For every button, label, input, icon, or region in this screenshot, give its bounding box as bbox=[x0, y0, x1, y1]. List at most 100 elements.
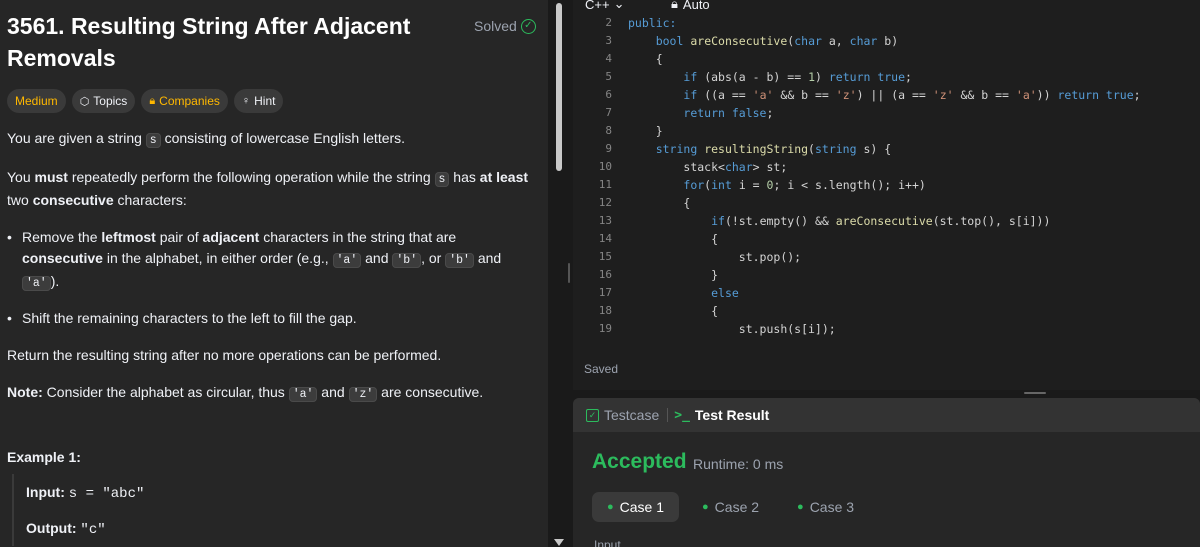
description-scrollbar-thumb[interactable] bbox=[556, 3, 562, 171]
code-text: if ((a == 'a' && b == 'z') || (a == 'z' … bbox=[683, 88, 1141, 102]
text: characters in the string that are bbox=[259, 229, 457, 245]
code-text: if (abs(a - b) == 1) return true; bbox=[683, 70, 912, 84]
note-paragraph: Note: Consider the alphabet as circular,… bbox=[7, 382, 537, 405]
code-line: 10 stack<char> st; bbox=[573, 158, 1200, 176]
bold-text: must bbox=[34, 169, 68, 185]
hint-tag[interactable]: ♀ Hint bbox=[233, 89, 284, 113]
tab-testcase-label: Testcase bbox=[604, 407, 660, 423]
line-number: 11 bbox=[598, 178, 612, 191]
example-title: Example 1: bbox=[7, 449, 81, 465]
text: ). bbox=[50, 273, 60, 289]
inline-code: 'b' bbox=[392, 253, 422, 268]
difficulty-tag: Medium bbox=[7, 89, 66, 113]
code-lines[interactable]: 2 public: 3 bool areConsecutive(char a, c… bbox=[573, 14, 1200, 338]
check-circle-icon: ✓ bbox=[520, 18, 536, 34]
tab-test-result[interactable]: >_ Test Result bbox=[668, 407, 769, 423]
text: characters: bbox=[113, 192, 187, 208]
code-text: stack<char> st; bbox=[683, 160, 788, 174]
panel-resize-handle[interactable] bbox=[568, 263, 570, 283]
line-number: 14 bbox=[598, 232, 612, 245]
hint-label: Hint bbox=[254, 94, 276, 108]
case-label: Case 1 bbox=[619, 499, 665, 515]
resize-grip-icon[interactable] bbox=[1024, 392, 1046, 394]
line-number: 2 bbox=[605, 16, 612, 29]
list-item: Remove the leftmost pair of adjacent cha… bbox=[7, 227, 537, 294]
text: two bbox=[7, 192, 33, 208]
code-text: for(int i = 0; i < s.length(); i++) bbox=[683, 178, 926, 192]
tab-testcase[interactable]: ✓ Testcase bbox=[573, 407, 659, 423]
bold-text: consecutive bbox=[22, 250, 103, 266]
topics-tag[interactable]: ⬡ Topics bbox=[71, 89, 136, 113]
language-label: C++ bbox=[585, 0, 610, 12]
pass-dot-icon: ● bbox=[702, 501, 709, 513]
language-select[interactable]: C++ ⌄ bbox=[585, 0, 624, 12]
output-label: Output: bbox=[26, 520, 77, 536]
code-line: 6 if ((a == 'a' && b == 'z') || (a == 'z… bbox=[573, 86, 1200, 104]
text: has bbox=[449, 169, 480, 185]
code-text: { bbox=[628, 196, 691, 210]
inline-code: 'a' bbox=[332, 253, 362, 268]
lock-icon: 🔒︎ bbox=[149, 94, 156, 107]
text: pair of bbox=[155, 229, 203, 245]
companies-tag[interactable]: 🔒︎ Companies bbox=[141, 89, 228, 113]
code-line: 18 { bbox=[573, 302, 1200, 320]
code-line: 14 { bbox=[573, 230, 1200, 248]
text: are consecutive. bbox=[377, 384, 484, 400]
output-value: "c" bbox=[80, 522, 106, 538]
code-line: 3 bool areConsecutive(char a, char b) bbox=[573, 32, 1200, 50]
chevron-down-icon: ⌄ bbox=[613, 0, 625, 11]
code-text: st.push(s[i]); bbox=[628, 322, 836, 336]
note-label: Note: bbox=[7, 384, 43, 400]
line-number: 4 bbox=[605, 52, 612, 65]
case-label: Case 3 bbox=[809, 499, 855, 515]
case-tabs: ● Case 1 ● Case 2 ● Case 3 bbox=[592, 492, 869, 522]
autosave-label: Auto bbox=[682, 0, 710, 12]
bold-text: leftmost bbox=[101, 229, 156, 245]
input-value: s = "abc" bbox=[68, 486, 145, 502]
code-line: 4 { bbox=[573, 50, 1200, 68]
pass-dot-icon: ● bbox=[607, 501, 614, 513]
autosave-indicator[interactable]: 🔒︎ Auto bbox=[671, 0, 710, 12]
bold-text: adjacent bbox=[202, 229, 260, 245]
lightbulb-icon: ♀ bbox=[241, 95, 251, 107]
problem-panel: 3561. Resulting String After Adjacent Re… bbox=[0, 0, 548, 547]
code-line: 15 st.pop(); bbox=[573, 248, 1200, 266]
checkbox-icon: ✓ bbox=[586, 408, 599, 422]
text: Remove the bbox=[22, 229, 102, 245]
problem-description: You are given a string s consisting of l… bbox=[7, 128, 537, 421]
line-number: 19 bbox=[598, 322, 612, 335]
problem-title: 3561. Resulting String After Adjacent Re… bbox=[7, 13, 411, 71]
line-number: 6 bbox=[605, 88, 612, 101]
code-text: string resultingString(string s) { bbox=[655, 142, 892, 156]
line-number: 10 bbox=[598, 160, 612, 173]
scroll-down-arrow-icon[interactable] bbox=[554, 539, 564, 546]
editor-scrollbar[interactable] bbox=[1191, 0, 1200, 390]
bold-text: consecutive bbox=[32, 192, 114, 208]
code-line: 12 { bbox=[573, 194, 1200, 212]
result-status: Accepted bbox=[592, 450, 687, 473]
case-tab-2[interactable]: ● Case 2 bbox=[687, 492, 774, 522]
case-tab-1[interactable]: ● Case 1 bbox=[592, 492, 680, 522]
code-line: 11 for(int i = 0; i < s.length(); i++) bbox=[573, 176, 1200, 194]
code-text: { bbox=[628, 52, 663, 66]
editor-toolbar: C++ ⌄ 🔒︎ Auto bbox=[573, 0, 1200, 14]
code-text: { bbox=[628, 232, 719, 246]
line-number: 13 bbox=[598, 214, 612, 227]
case-tab-3[interactable]: ● Case 3 bbox=[782, 492, 869, 522]
vertical-resize-bar[interactable] bbox=[573, 390, 1200, 398]
code-text: return false; bbox=[683, 106, 774, 120]
code-text: public: bbox=[628, 16, 677, 30]
code-editor[interactable]: C++ ⌄ 🔒︎ Auto 2 public: 3 bool areConsecu… bbox=[573, 0, 1200, 390]
example-block: Input: s = "abc" Output: "c" bbox=[12, 474, 532, 546]
lock-icon: 🔒︎ bbox=[671, 0, 678, 11]
operation-list: Remove the leftmost pair of adjacent cha… bbox=[7, 227, 537, 329]
input-label: Input: bbox=[26, 484, 65, 500]
code-text: { bbox=[628, 304, 719, 318]
solved-badge: Solved ✓ bbox=[474, 18, 536, 34]
example-input: Input: s = "abc" bbox=[26, 474, 532, 510]
text: in the alphabet, in either order (e.g., bbox=[102, 250, 333, 266]
leetcode-workspace: 3561. Resulting String After Adjacent Re… bbox=[0, 0, 1200, 547]
text: and bbox=[317, 384, 349, 400]
text: and bbox=[361, 250, 393, 266]
code-line: 2 public: bbox=[573, 14, 1200, 32]
